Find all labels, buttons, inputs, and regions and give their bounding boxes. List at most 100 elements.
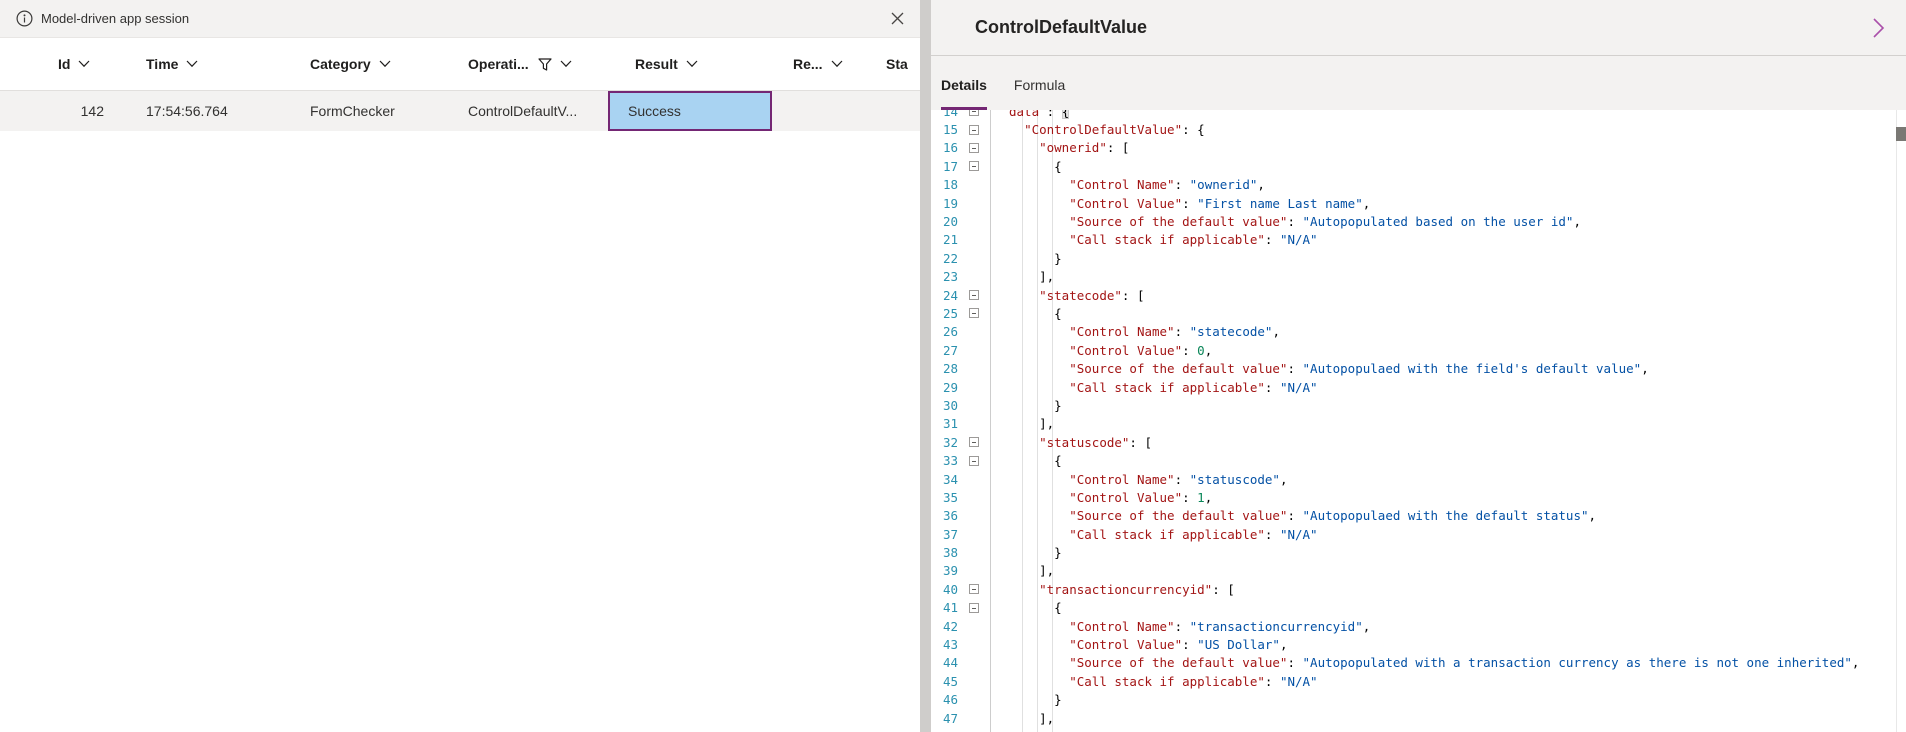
collapse-icon[interactable]: [969, 456, 979, 466]
code-text: "Call stack if applicable": "N/A": [990, 380, 1906, 395]
code-text: "Source of the default value": "Autopopu…: [990, 655, 1906, 670]
line-number: 30: [931, 398, 958, 413]
chevron-down-icon: [831, 60, 843, 68]
code-text: "Control Name": "statuscode",: [990, 472, 1906, 487]
collapse-icon[interactable]: [969, 437, 979, 447]
code-line-42: 42 "Control Name": "transactioncurrencyi…: [931, 617, 1906, 635]
collapse-icon[interactable]: [969, 143, 979, 153]
code-text: "Control Value": "First name Last name",: [990, 196, 1906, 211]
code-line-45: 45 "Call stack if applicable": "N/A": [931, 672, 1906, 690]
code-line-22: 22 }: [931, 249, 1906, 267]
session-header: Model-driven app session: [0, 0, 920, 38]
column-header-sta[interactable]: Sta: [868, 56, 920, 72]
code-line-31: 31 ],: [931, 415, 1906, 433]
table-header-row: IdTimeCategory Operati... Result Re... Sta: [0, 38, 920, 91]
code-line-33: 33 {: [931, 451, 1906, 469]
tab-details[interactable]: Details: [941, 62, 987, 110]
collapse-icon[interactable]: [969, 110, 979, 116]
cell-result-selected[interactable]: Success: [608, 91, 772, 131]
line-number: 22: [931, 251, 958, 266]
line-number: 34: [931, 472, 958, 487]
fold-column: [958, 161, 990, 171]
info-icon: [16, 10, 33, 27]
code-lines: 14data : {15 "ControlDefaultValue": {16 …: [931, 110, 1906, 727]
line-number: 39: [931, 563, 958, 578]
close-icon[interactable]: [886, 8, 908, 30]
fold-column: [958, 290, 990, 300]
code-line-38: 38 }: [931, 543, 1906, 561]
code-line-19: 19 "Control Value": "First name Last nam…: [931, 194, 1906, 212]
table-row[interactable]: 142 17:54:56.764 FormChecker ControlDefa…: [0, 91, 920, 131]
panel-divider[interactable]: [920, 0, 931, 732]
line-number: 19: [931, 196, 958, 211]
column-label: Result: [635, 56, 678, 72]
details-panel: ControlDefaultValue Details Formula 14 dat…: [931, 0, 1906, 732]
code-text: "Control Name": "transactioncurrencyid",: [990, 619, 1906, 634]
code-line-32: 32 "statuscode": [: [931, 433, 1906, 451]
code-line-41: 41 {: [931, 599, 1906, 617]
tab-formula[interactable]: Formula: [1014, 62, 1065, 110]
code-line-27: 27 "Control Value": 0,: [931, 341, 1906, 359]
code-text: "statecode": [: [990, 288, 1906, 303]
code-line-29: 29 "Call stack if applicable": "N/A": [931, 378, 1906, 396]
table-empty-area: [0, 131, 920, 732]
line-number: 40: [931, 582, 958, 597]
collapse-icon[interactable]: [969, 584, 979, 594]
line-number: 20: [931, 214, 958, 229]
code-text: }: [990, 251, 1906, 266]
cell-operation[interactable]: ControlDefaultV...: [460, 91, 608, 131]
column-label: Re...: [793, 56, 823, 72]
code-text: data : {: [990, 110, 1906, 119]
line-number: 26: [931, 324, 958, 339]
line-number: 37: [931, 527, 958, 542]
page-title: ControlDefaultValue: [975, 17, 1147, 38]
code-line-26: 26 "Control Name": "statecode",: [931, 323, 1906, 341]
code-line-24: 24 "statecode": [: [931, 286, 1906, 304]
column-header-time[interactable]: Time: [118, 56, 300, 72]
code-text: "Control Name": "ownerid",: [990, 177, 1906, 192]
column-label: Operati...: [468, 56, 529, 72]
line-number: 43: [931, 637, 958, 652]
code-line-21: 21 "Call stack if applicable": "N/A": [931, 231, 1906, 249]
collapse-icon[interactable]: [969, 603, 979, 613]
fold-column: [958, 110, 990, 116]
line-number: 41: [931, 600, 958, 615]
collapse-icon[interactable]: [969, 290, 979, 300]
collapse-icon[interactable]: [969, 125, 979, 135]
cell-id[interactable]: 142: [0, 91, 118, 131]
column-header-re[interactable]: Re...: [772, 56, 868, 72]
code-line-34: 34 "Control Name": "statuscode",: [931, 470, 1906, 488]
column-header-operati[interactable]: Operati...: [460, 56, 608, 72]
line-number: 14: [931, 110, 958, 119]
line-number: 44: [931, 655, 958, 670]
line-number: 15: [931, 122, 958, 137]
editor-scrollbar[interactable]: [1896, 110, 1906, 732]
code-line-44: 44 "Source of the default value": "Autop…: [931, 654, 1906, 672]
chevron-right-icon[interactable]: [1866, 15, 1890, 41]
collapse-icon[interactable]: [969, 308, 979, 318]
cell-category[interactable]: FormChecker: [300, 91, 460, 131]
line-number: 18: [931, 177, 958, 192]
code-text: "Call stack if applicable": "N/A": [990, 232, 1906, 247]
fold-column: [958, 456, 990, 466]
code-line-43: 43 "Control Value": "US Dollar",: [931, 635, 1906, 653]
collapse-icon[interactable]: [969, 161, 979, 171]
column-header-id[interactable]: Id: [0, 56, 118, 72]
line-number: 27: [931, 343, 958, 358]
code-line-40: 40 "transactioncurrencyid": [: [931, 580, 1906, 598]
code-text: "Source of the default value": "Autopopu…: [990, 214, 1906, 229]
code-line-20: 20 "Source of the default value": "Autop…: [931, 212, 1906, 230]
code-line-18: 18 "Control Name": "ownerid",: [931, 176, 1906, 194]
scrollbar-thumb[interactable]: [1896, 127, 1906, 141]
chevron-down-icon: [78, 60, 90, 68]
code-line-35: 35 "Control Value": 1,: [931, 488, 1906, 506]
code-text: "ControlDefaultValue": {: [990, 122, 1906, 137]
code-text: "Call stack if applicable": "N/A": [990, 674, 1906, 689]
code-line-15: 15 "ControlDefaultValue": {: [931, 120, 1906, 138]
line-number: 24: [931, 288, 958, 303]
column-header-result[interactable]: Result: [608, 56, 772, 72]
line-number: 31: [931, 416, 958, 431]
column-header-category[interactable]: Category: [300, 56, 460, 72]
line-number: 38: [931, 545, 958, 560]
cell-time[interactable]: 17:54:56.764: [118, 91, 300, 131]
